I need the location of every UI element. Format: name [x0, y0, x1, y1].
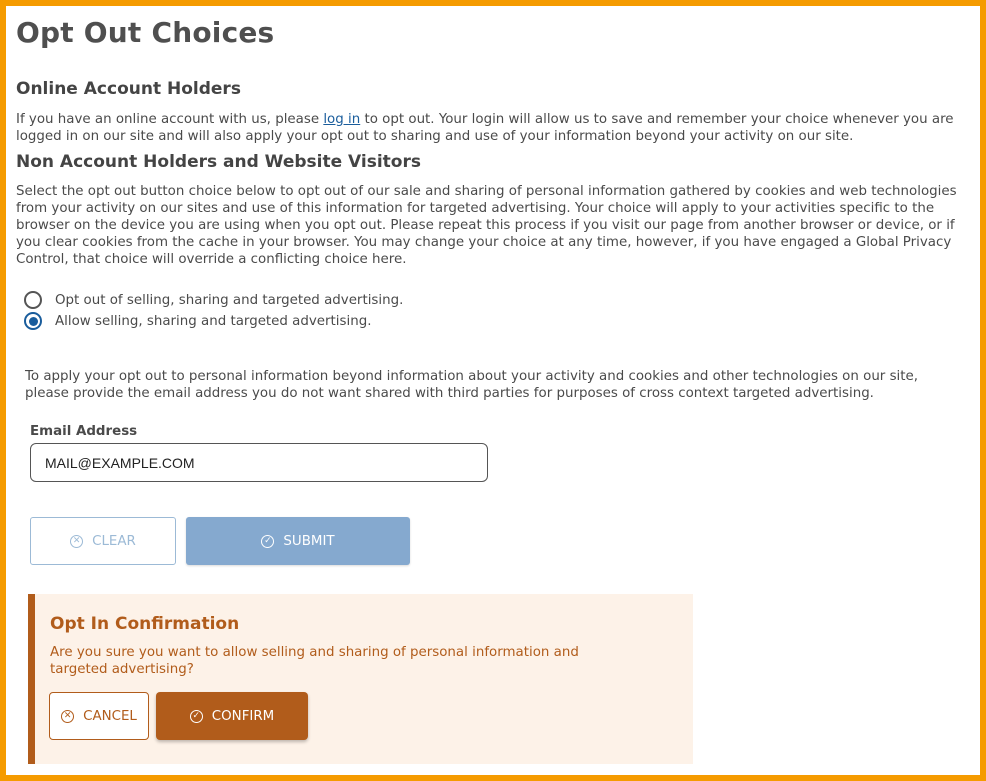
clear-button[interactable]: ✕ CLEAR [30, 517, 176, 565]
confirmation-text: Are you sure you want to allow selling a… [50, 645, 579, 677]
login-link[interactable]: log in [323, 112, 360, 127]
email-label: Email Address [30, 424, 138, 439]
account-holders-text: If you have an online account with us, p… [16, 111, 976, 145]
submit-button-label: SUBMIT [283, 533, 335, 549]
cancel-button[interactable]: ✕ CANCEL [49, 692, 149, 740]
x-circle-icon: ✕ [61, 709, 75, 723]
email-intro-text: To apply your opt out to personal inform… [25, 369, 919, 401]
opt-out-radio[interactable] [24, 291, 42, 309]
opt-out-label: Opt out of selling, sharing and targeted… [55, 292, 404, 308]
account-holders-text-start: If you have an online account with us, p… [16, 112, 324, 127]
confirm-button-label: CONFIRM [211, 708, 275, 724]
submit-button[interactable]: ✓ SUBMIT [186, 517, 410, 565]
allow-radio[interactable] [24, 312, 42, 330]
x-circle-icon: ✕ [70, 534, 84, 548]
non-account-text: Select the opt out button choice below t… [16, 184, 957, 267]
clear-button-label: CLEAR [92, 533, 136, 549]
opt-out-option[interactable]: Opt out of selling, sharing and targeted… [24, 291, 403, 309]
allow-option[interactable]: Allow selling, sharing and targeted adve… [24, 312, 371, 330]
non-account-heading: Non Account Holders and Website Visitors [16, 152, 421, 172]
page-title: Opt Out Choices [16, 16, 275, 49]
account-holders-heading: Online Account Holders [16, 79, 241, 99]
opt-in-confirmation-panel: Opt In Confirmation Are you sure you wan… [28, 594, 693, 764]
check-circle-icon: ✓ [189, 709, 203, 723]
cancel-button-label: CANCEL [83, 708, 137, 724]
page-frame: Opt Out Choices Online Account Holders I… [0, 0, 986, 781]
email-field[interactable] [30, 443, 488, 482]
allow-label: Allow selling, sharing and targeted adve… [55, 313, 372, 329]
check-circle-icon: ✓ [261, 534, 275, 548]
confirmation-title: Opt In Confirmation [50, 614, 240, 634]
confirm-button[interactable]: ✓ CONFIRM [156, 692, 308, 740]
